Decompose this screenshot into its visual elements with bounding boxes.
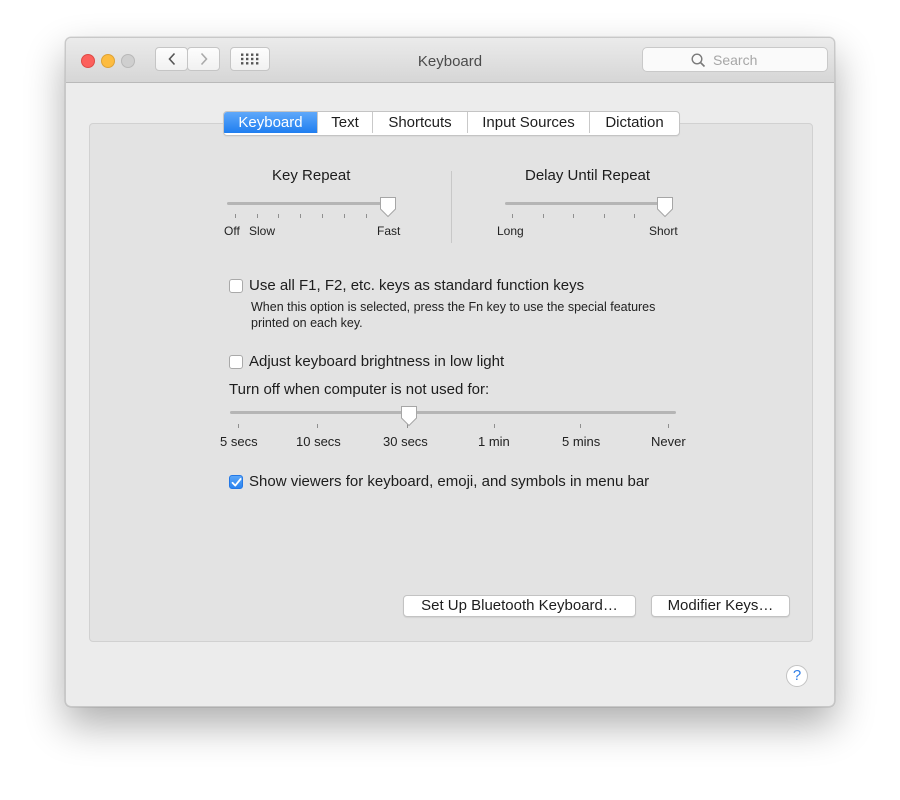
tab-text[interactable]: Text	[318, 112, 373, 133]
tick	[278, 214, 279, 218]
delay-track	[505, 202, 666, 205]
backlight-track	[230, 411, 676, 414]
backlight-thumb[interactable]	[400, 405, 418, 427]
tab-bar: Keyboard Text Shortcuts Input Sources Di…	[223, 111, 680, 136]
search-icon	[691, 53, 706, 68]
tab-shortcuts[interactable]: Shortcuts	[373, 112, 468, 133]
tick	[494, 424, 495, 428]
show-viewers-label[interactable]: Show viewers for keyboard, emoji, and sy…	[249, 473, 649, 490]
brightness-label[interactable]: Adjust keyboard brightness in low light	[249, 353, 504, 370]
key-repeat-label: Key Repeat	[272, 167, 351, 184]
function-keys-checkbox[interactable]	[229, 279, 243, 293]
bluetooth-keyboard-button[interactable]: Set Up Bluetooth Keyboard…	[403, 595, 636, 617]
modifier-keys-button[interactable]: Modifier Keys…	[651, 595, 790, 617]
tab-input-sources[interactable]: Input Sources	[468, 112, 590, 133]
search-field[interactable]: Search	[642, 47, 828, 72]
key-repeat-slow-label: Slow	[249, 224, 276, 238]
tab-dictation[interactable]: Dictation	[590, 112, 679, 133]
timeout-never-label: Never	[651, 434, 686, 449]
show-viewers-checkbox[interactable]	[229, 475, 243, 489]
timeout-1-min-label: 1 min	[478, 434, 510, 449]
help-button[interactable]: ?	[786, 665, 808, 687]
function-keys-label[interactable]: Use all F1, F2, etc. keys as standard fu…	[249, 277, 584, 294]
delay-until-repeat-label: Delay Until Repeat	[525, 167, 651, 184]
tick	[512, 214, 513, 218]
preferences-window: Keyboard Search Keyboard Text Shortcuts …	[65, 37, 835, 707]
brightness-checkbox[interactable]	[229, 355, 243, 369]
tick	[257, 214, 258, 218]
backlight-timeout-label: Turn off when computer is not used for:	[229, 381, 490, 398]
tick	[634, 214, 635, 218]
tick	[543, 214, 544, 218]
delay-long-label: Long	[497, 224, 524, 238]
tick	[344, 214, 345, 218]
divider	[451, 171, 452, 243]
timeout-5-mins-label: 5 mins	[562, 434, 601, 449]
tick	[580, 424, 581, 428]
tick	[366, 214, 367, 218]
tab-keyboard[interactable]: Keyboard	[224, 112, 318, 133]
delay-short-label: Short	[649, 224, 678, 238]
timeout-10-secs-label: 10 secs	[296, 434, 341, 449]
tick	[322, 214, 323, 218]
tick	[604, 214, 605, 218]
function-keys-description: When this option is selected, press the …	[251, 300, 656, 314]
checkmark-icon	[231, 478, 242, 487]
tick	[238, 424, 239, 428]
tick	[668, 424, 669, 428]
delay-thumb[interactable]	[656, 196, 674, 218]
key-repeat-thumb[interactable]	[379, 196, 397, 218]
search-placeholder: Search	[713, 52, 758, 68]
tick	[317, 424, 318, 428]
tick	[235, 214, 236, 218]
key-repeat-off-label: Off	[224, 224, 240, 238]
title-bar: Keyboard Search	[66, 38, 834, 83]
tick	[573, 214, 574, 218]
function-keys-description-2: printed on each key.	[251, 316, 363, 330]
timeout-5-secs-label: 5 secs	[220, 434, 258, 449]
timeout-30-secs-label: 30 secs	[383, 434, 428, 449]
key-repeat-fast-label: Fast	[377, 224, 401, 238]
tick	[300, 214, 301, 218]
key-repeat-track	[227, 202, 389, 205]
